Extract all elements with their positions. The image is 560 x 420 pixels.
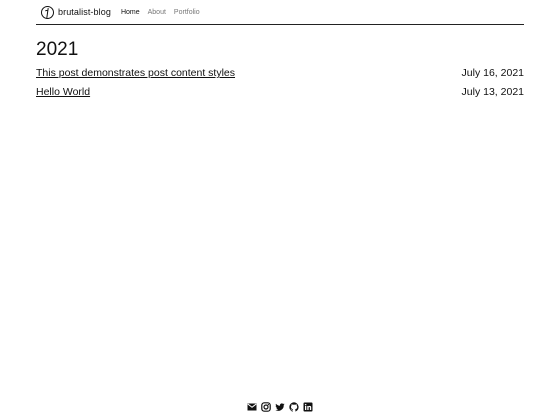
post-date: July 13, 2021	[461, 86, 524, 98]
site-title-link[interactable]: brutalist-blog	[58, 7, 111, 17]
post-list-item: Hello World July 13, 2021	[36, 86, 524, 105]
nav-home[interactable]: Home	[121, 9, 140, 16]
nav-about[interactable]: About	[148, 9, 166, 16]
nav-portfolio[interactable]: Portfolio	[174, 9, 200, 16]
page: brutalist-blog Home About Portfolio 2021…	[0, 0, 560, 420]
social-links	[0, 402, 560, 412]
mail-icon[interactable]	[247, 402, 257, 412]
linkedin-icon[interactable]	[303, 402, 313, 412]
github-icon[interactable]	[289, 402, 299, 412]
twitter-icon[interactable]	[275, 402, 285, 412]
site-logo-icon[interactable]	[41, 5, 54, 19]
year-heading: 2021	[36, 39, 79, 60]
main-nav: Home About Portfolio	[121, 9, 200, 16]
post-list: 2021 This post demonstrates post content…	[36, 38, 524, 105]
post-title-link[interactable]: This post demonstrates post content styl…	[36, 67, 235, 79]
post-title-link[interactable]: Hello World	[36, 86, 90, 98]
site-header: brutalist-blog Home About Portfolio	[36, 0, 524, 25]
instagram-icon[interactable]	[261, 402, 271, 412]
post-date: July 16, 2021	[461, 67, 524, 79]
post-list-item: This post demonstrates post content styl…	[36, 67, 524, 86]
